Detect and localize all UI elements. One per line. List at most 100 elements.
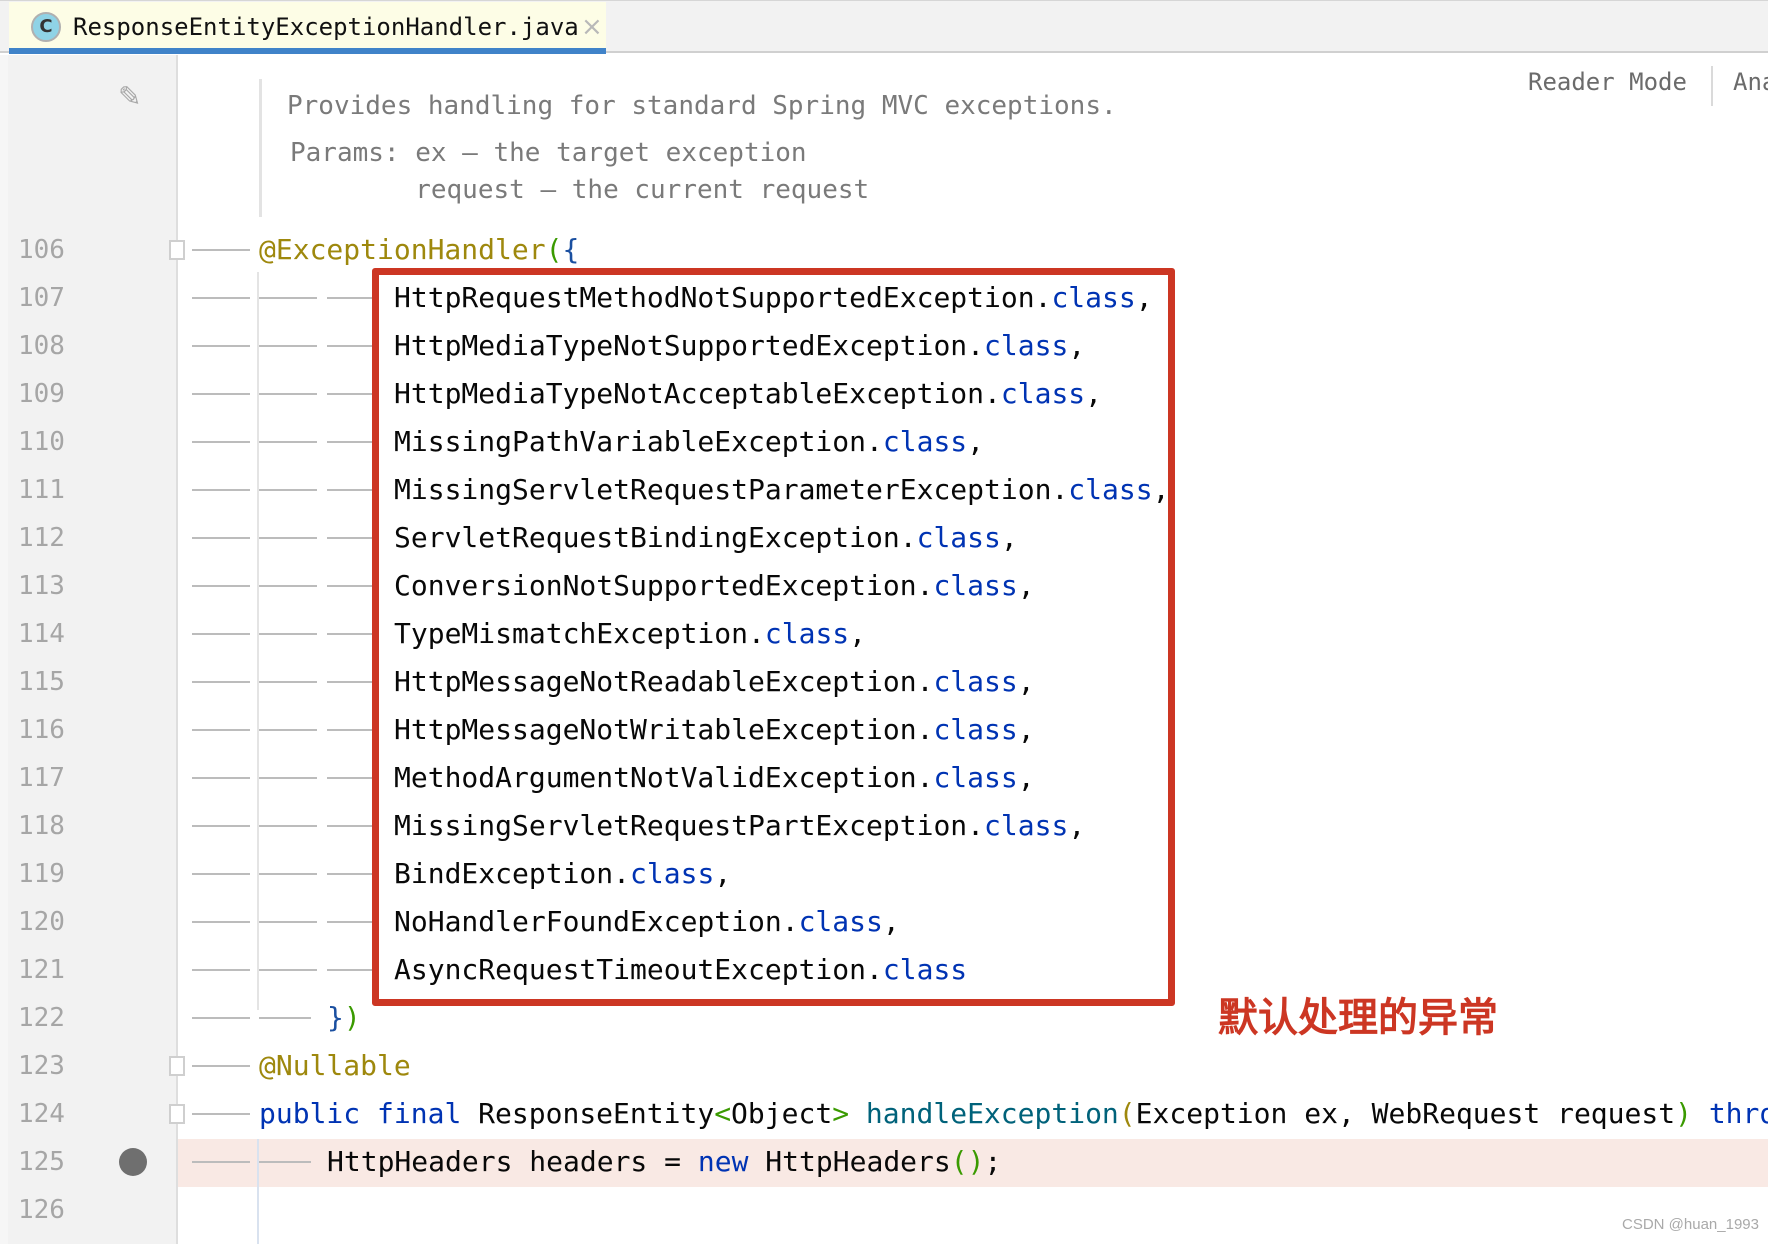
whitespace-marker: [327, 873, 373, 875]
code-token-bracket-green: ): [343, 1001, 361, 1034]
whitespace-marker: [327, 825, 373, 827]
line-number: 120: [18, 907, 65, 937]
line-number: 115: [18, 667, 65, 697]
doc-params: Params: ex – the target exception: [290, 138, 807, 168]
whitespace-marker: [259, 1161, 311, 1163]
line-number: 108: [18, 331, 65, 361]
code-token-plain: HttpHeaders headers =: [327, 1145, 698, 1178]
whitespace-marker: [192, 297, 250, 299]
whitespace-marker: [327, 393, 373, 395]
line-number: 112: [18, 523, 65, 553]
highlight-box: [372, 268, 1175, 1006]
whitespace-marker: [327, 969, 373, 971]
whitespace-marker: [192, 729, 250, 731]
code-token-plain: Exception ex, WebRequest request: [1135, 1097, 1676, 1130]
line-number: 118: [18, 811, 65, 841]
whitespace-marker: [259, 825, 317, 827]
whitespace-marker: [192, 249, 250, 251]
whitespace-marker: [192, 681, 250, 683]
toolbar-divider: [1711, 66, 1713, 106]
analyze-button[interactable]: Ana: [1733, 66, 1768, 98]
whitespace-marker: [327, 729, 373, 731]
whitespace-marker: [259, 633, 317, 635]
code-token-plain: ;: [984, 1145, 1002, 1178]
whitespace-marker: [259, 345, 317, 347]
reader-mode-button[interactable]: Reader Mode: [1528, 66, 1687, 98]
close-icon[interactable]: ×: [581, 12, 603, 42]
fold-icon[interactable]: [169, 1056, 185, 1076]
line-number: 121: [18, 955, 65, 985]
line-number: 126: [18, 1195, 65, 1225]
code-line[interactable]: @ExceptionHandler({: [259, 226, 579, 274]
line-number: 119: [18, 859, 65, 889]
code-token-annotation: @ExceptionHandler: [259, 233, 546, 266]
whitespace-marker: [327, 585, 373, 587]
breakpoint-icon[interactable]: [119, 1148, 147, 1176]
code-token-method: handleException: [865, 1097, 1119, 1130]
code-token-keyword: public: [259, 1097, 361, 1130]
line-number: 117: [18, 763, 65, 793]
indent-guide: [257, 1139, 259, 1244]
whitespace-marker: [327, 921, 373, 923]
whitespace-marker: [192, 921, 250, 923]
annotation-note: 默认处理的异常: [1218, 995, 1498, 1041]
fold-icon[interactable]: [169, 1104, 185, 1124]
whitespace-marker: [327, 489, 373, 491]
whitespace-marker: [192, 585, 250, 587]
code-line[interactable]: public final ResponseEntity<Object> hand…: [259, 1090, 1768, 1138]
indent-guide: [257, 272, 259, 1010]
code-token-keyword: throws: [1708, 1097, 1768, 1130]
class-c-icon: C: [31, 12, 61, 42]
code-token-bracket-green: (: [545, 233, 563, 266]
whitespace-marker: [327, 345, 373, 347]
whitespace-marker: [192, 393, 250, 395]
tab-title: ResponseEntityExceptionHandler.java: [73, 13, 579, 41]
code-token-bracket-blue: }: [327, 1001, 344, 1034]
doc-params-request: request – the current request: [290, 175, 870, 205]
whitespace-marker: [192, 1113, 250, 1115]
line-number: 111: [18, 475, 65, 505]
code-token-keyword: new: [697, 1145, 749, 1178]
line-number: 109: [18, 379, 65, 409]
line-number: 123: [18, 1051, 65, 1081]
whitespace-marker: [192, 825, 250, 827]
code-token-bracket-green: >: [832, 1097, 850, 1130]
line-number: 114: [18, 619, 65, 649]
code-token-bracket-blue: {: [562, 233, 580, 266]
whitespace-marker: [192, 1065, 250, 1067]
code-token-annotation: @Nullable: [259, 1049, 411, 1082]
whitespace-marker: [327, 681, 373, 683]
whitespace-marker: [327, 297, 373, 299]
whitespace-marker: [259, 393, 317, 395]
whitespace-marker: [327, 633, 373, 635]
whitespace-marker: [192, 1017, 250, 1019]
whitespace-marker: [259, 537, 317, 539]
code-token-plain: HttpHeaders: [748, 1145, 951, 1178]
whitespace-marker: [192, 441, 250, 443]
whitespace-marker: [259, 873, 317, 875]
whitespace-marker: [192, 537, 250, 539]
fold-icon[interactable]: [169, 240, 185, 260]
code-token-bracket-green: <: [714, 1097, 732, 1130]
tab-response-entity-exception-handler[interactable]: C ResponseEntityExceptionHandler.java ×: [9, 2, 606, 54]
whitespace-marker: [259, 969, 317, 971]
code-line[interactable]: @Nullable: [259, 1042, 411, 1090]
whitespace-marker: [192, 873, 250, 875]
whitespace-marker: [259, 297, 317, 299]
whitespace-marker: [259, 921, 317, 923]
line-number: 125: [18, 1147, 65, 1177]
code-line[interactable]: HttpHeaders headers = new HttpHeaders();: [327, 1138, 1001, 1186]
code-line[interactable]: }): [327, 994, 361, 1042]
editor-tab-bar: C ResponseEntityExceptionHandler.java ×: [0, 0, 1768, 54]
whitespace-marker: [259, 441, 317, 443]
pencil-icon[interactable]: ✎: [118, 80, 141, 113]
whitespace-marker: [259, 489, 317, 491]
line-number: 110: [18, 427, 65, 457]
line-number: 113: [18, 571, 65, 601]
whitespace-marker: [192, 969, 250, 971]
whitespace-marker: [192, 489, 250, 491]
whitespace-marker: [192, 345, 250, 347]
line-number: 124: [18, 1099, 65, 1129]
